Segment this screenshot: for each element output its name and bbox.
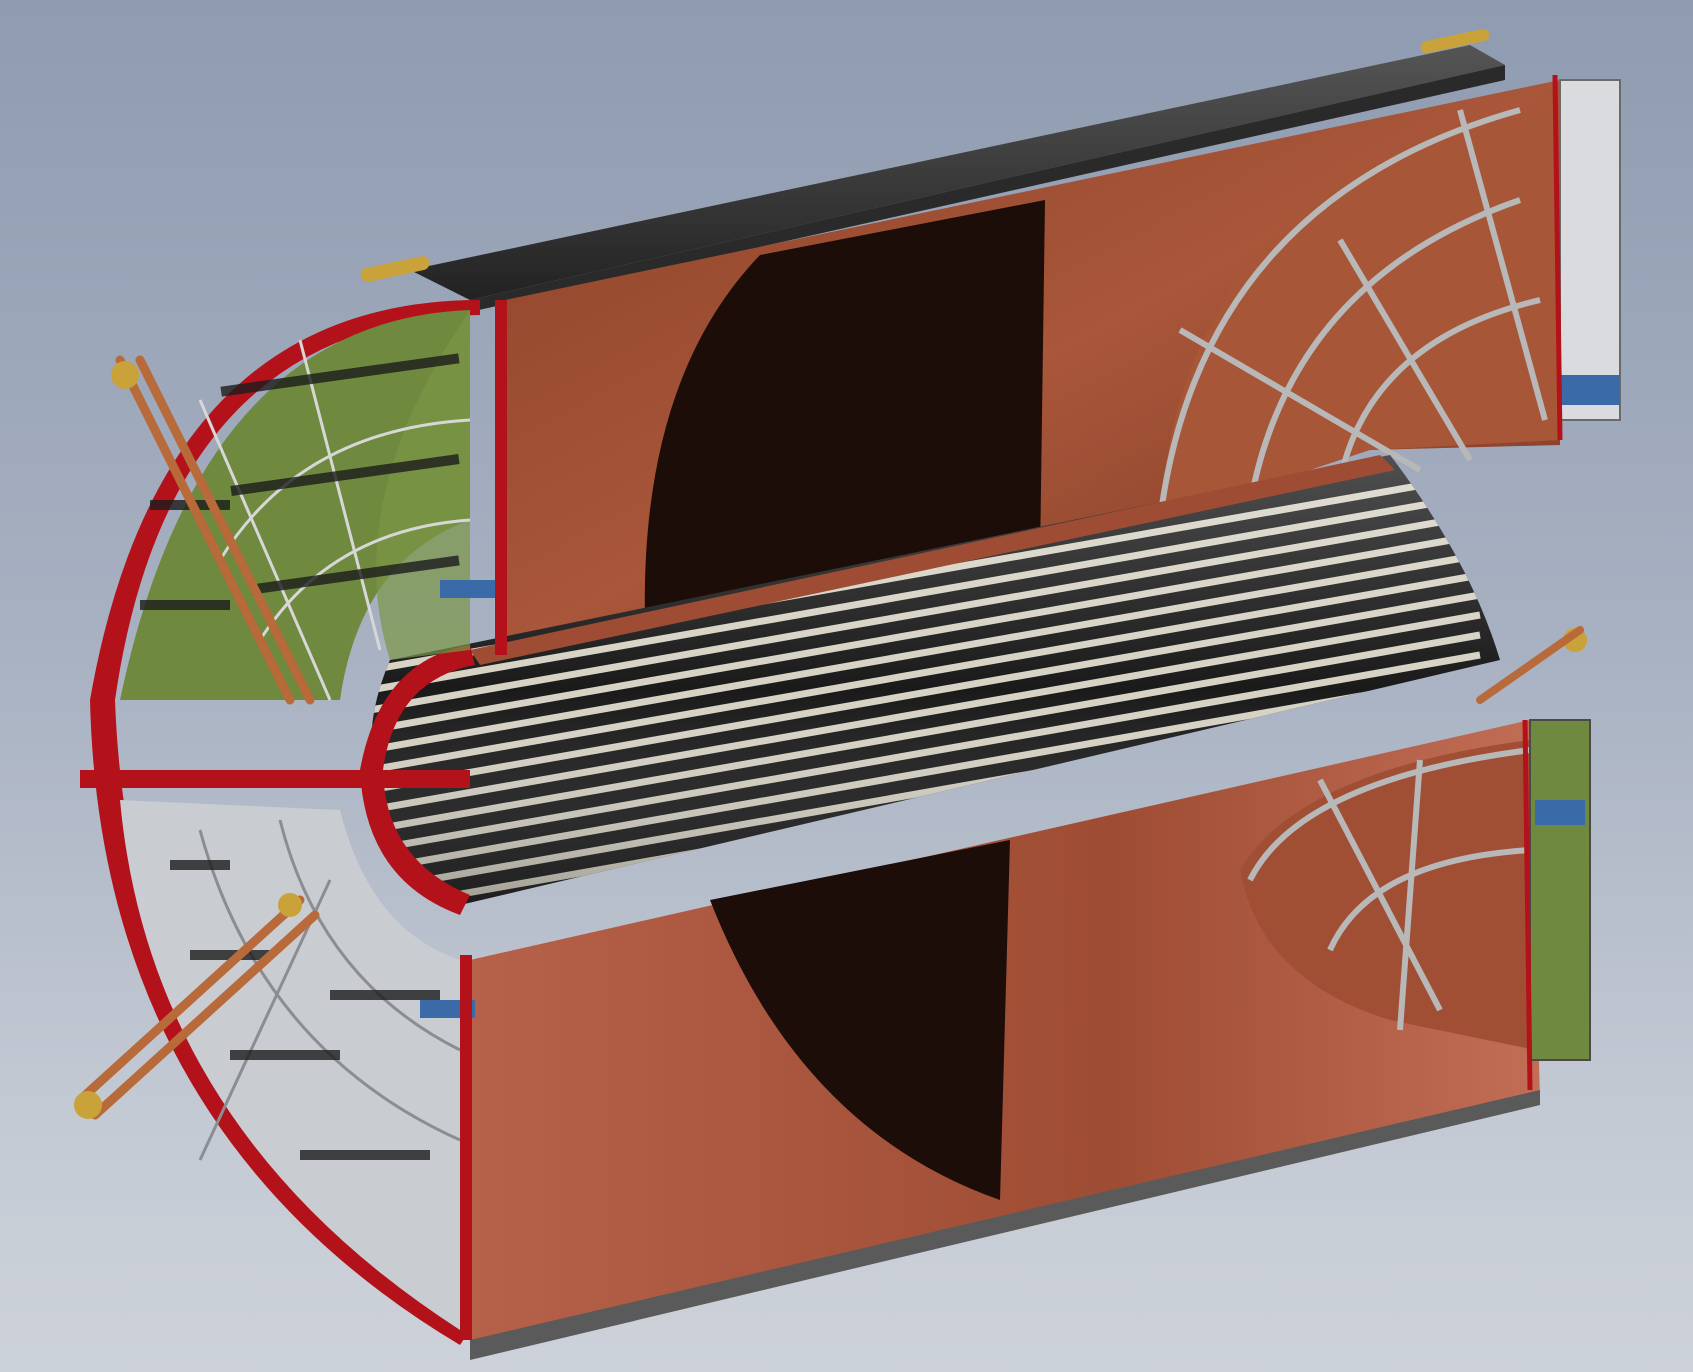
cad-viewport[interactable] bbox=[0, 0, 1693, 1372]
brass-fitting bbox=[111, 361, 139, 389]
upper-readout-sectors bbox=[120, 310, 495, 701]
frame-divider bbox=[80, 770, 470, 788]
brass-fitting bbox=[74, 1091, 102, 1119]
brass-fitting bbox=[278, 893, 302, 917]
detector-cutaway-render bbox=[74, 28, 1621, 1360]
blue-connector bbox=[440, 580, 495, 598]
